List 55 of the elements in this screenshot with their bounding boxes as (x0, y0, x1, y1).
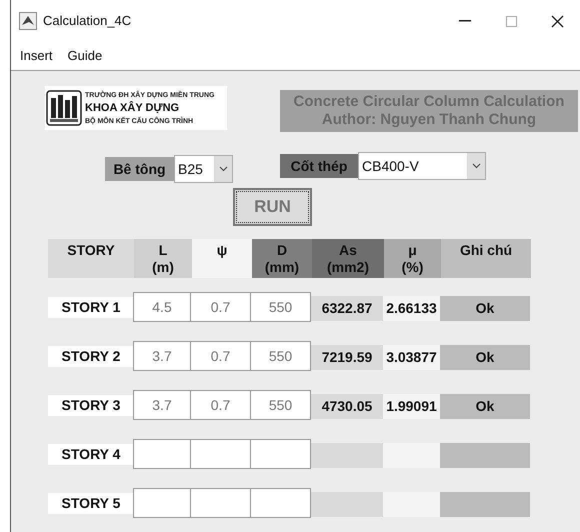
column-header: D (mm) (252, 239, 312, 278)
result-cell (383, 442, 440, 468)
story-label: STORY 5 (48, 492, 134, 514)
caret-icon (218, 166, 228, 172)
input-field[interactable]: 4.5 (133, 292, 191, 322)
story-label: STORY 4 (48, 444, 134, 464)
close-icon (550, 14, 564, 28)
note-text: Ok (476, 396, 494, 416)
result-value: 4730.05 (322, 396, 372, 416)
result-cell (311, 442, 383, 468)
concrete-dropdown[interactable]: B25 (174, 155, 233, 183)
input-field[interactable] (133, 439, 191, 469)
input-field[interactable] (133, 488, 191, 518)
menu-item[interactable]: Insert (20, 46, 53, 66)
column-header: μ (%) (384, 239, 441, 278)
steel-dropdown[interactable]: CB400-V (358, 152, 486, 180)
result-value: 6322.87 (322, 298, 372, 318)
story-label: STORY 2 (48, 346, 134, 366)
input-field[interactable] (190, 439, 251, 469)
input-field[interactable]: 550 (250, 292, 311, 322)
input-field[interactable]: 0.7 (190, 390, 251, 420)
column-header: As (mm2) (312, 239, 384, 278)
input-field[interactable]: 3.7 (133, 390, 191, 420)
input-field[interactable]: 550 (250, 341, 311, 371)
window-title: Calculation_4C (43, 12, 132, 30)
input-field[interactable]: 0.7 (190, 341, 251, 371)
result-cell (383, 492, 440, 516)
result-value: 3.03877 (386, 348, 437, 366)
column-header: STORY (48, 239, 134, 278)
app-icon (19, 12, 37, 30)
column-header: L (m) (134, 239, 192, 278)
input-field[interactable]: 3.7 (133, 341, 191, 371)
input-field[interactable] (250, 488, 311, 518)
maximize-icon (506, 16, 516, 26)
menu-item[interactable]: Guide (68, 46, 102, 66)
story-label: STORY 1 (48, 296, 134, 318)
column-header: Ghi chú (441, 239, 531, 278)
note-text: Ok (476, 348, 494, 366)
concrete-label: Bê tông (105, 157, 174, 181)
input-field[interactable]: 550 (250, 390, 311, 420)
result-value: 2.66133 (386, 298, 437, 318)
caret-icon (472, 163, 480, 169)
column-header: ψ (192, 239, 252, 278)
logo-text: KHOA XÂY DỰNG (85, 102, 180, 114)
input-field[interactable] (190, 488, 251, 518)
run-button[interactable]: RUN (233, 188, 312, 226)
story-label: STORY 3 (48, 394, 134, 416)
input-field[interactable] (250, 439, 311, 469)
input-field[interactable]: 0.7 (190, 292, 251, 322)
result-value: 7219.59 (322, 348, 372, 366)
minimize-icon (459, 20, 471, 22)
note-text: Ok (476, 298, 494, 318)
steel-label: Cốt thép (280, 154, 358, 178)
result-value: 1.99091 (386, 396, 437, 416)
result-cell (311, 492, 383, 516)
